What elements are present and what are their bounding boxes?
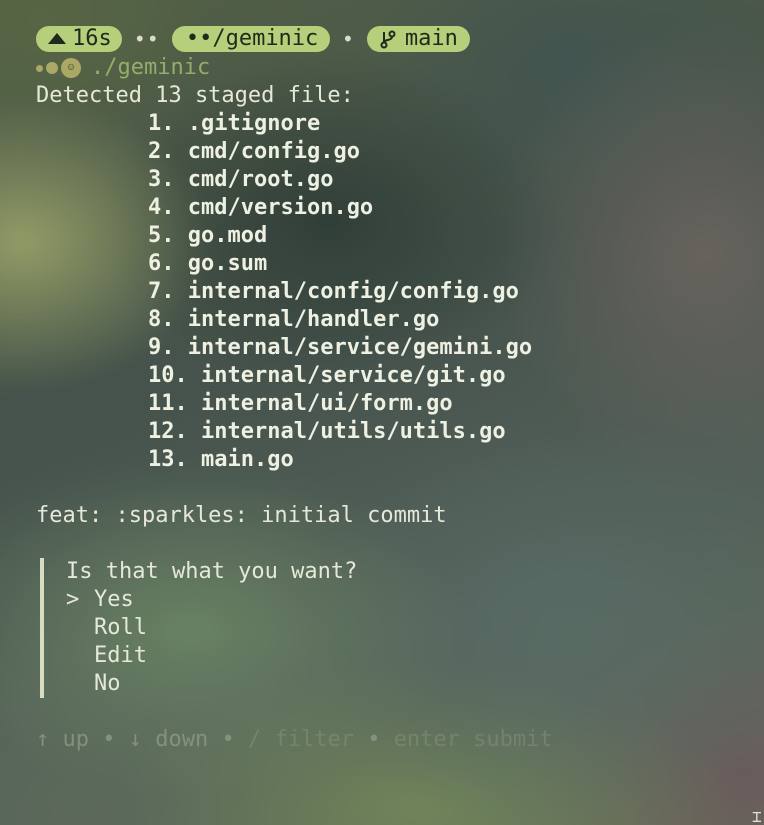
git-branch-segment: main	[366, 26, 470, 52]
shell-prompt: 16s •• ••/geminic • main	[36, 24, 764, 54]
file-name: cmd/config.go	[187, 139, 360, 164]
staged-file-item: 1. .gitignore	[148, 110, 764, 138]
option-label: Roll	[94, 615, 147, 640]
file-name: internal/service/gemini.go	[187, 335, 533, 360]
commit-message: feat: :sparkles: initial commit	[36, 503, 447, 528]
option-list: > Yes Roll Edit No	[66, 586, 764, 698]
file-name: internal/ui/form.go	[201, 391, 453, 416]
file-number: 11.	[148, 391, 188, 416]
file-number: 5.	[148, 223, 175, 248]
file-number: 4.	[148, 195, 175, 220]
staged-file-item: 4. cmd/version.go	[148, 194, 764, 222]
option-label: Edit	[94, 643, 147, 668]
file-name: .gitignore	[187, 111, 321, 136]
file-name: internal/service/git.go	[201, 363, 506, 388]
duration-text: 16s	[72, 26, 112, 51]
file-number: 2.	[148, 139, 175, 164]
staged-file-item: 6. go.sum	[148, 250, 764, 278]
file-number: 1.	[148, 111, 175, 136]
option-label: Yes	[94, 587, 134, 612]
file-number: 9.	[148, 335, 175, 360]
file-number: 7.	[148, 279, 175, 304]
help-down: ↓ down	[128, 727, 209, 752]
option-label: No	[94, 671, 121, 696]
form-question: Is that what you want?	[66, 559, 358, 584]
directory-segment: ••/geminic	[171, 26, 330, 52]
prompt-separator: ••	[133, 27, 160, 51]
file-number: 6.	[148, 251, 175, 276]
staged-file-item: 12. internal/utils/utils.go	[148, 418, 764, 446]
help-filter: / filter	[247, 727, 354, 752]
detected-files-heading: Detected 13 staged file:	[36, 83, 354, 108]
file-name: internal/handler.go	[187, 307, 440, 332]
help-separator: •	[221, 727, 235, 752]
triangle-up-icon	[48, 32, 66, 44]
prompt-separator: •	[341, 27, 355, 51]
file-number: 8.	[148, 307, 175, 332]
file-name: go.sum	[187, 251, 268, 276]
file-name: internal/utils/utils.go	[201, 419, 506, 444]
file-name: go.mod	[187, 223, 268, 248]
file-number: 10.	[148, 363, 188, 388]
confirm-form: Is that what you want? > Yes Roll Edit No	[40, 558, 764, 698]
staged-file-item: 3. cmd/root.go	[148, 166, 764, 194]
help-bar: ↑ up • ↓ down • / filter • enter submit	[36, 726, 764, 754]
help-separator: •	[367, 727, 381, 752]
staged-file-item: 11. internal/ui/form.go	[148, 390, 764, 418]
option-edit[interactable]: Edit	[66, 642, 764, 670]
git-branch-icon	[379, 29, 397, 49]
staged-file-item: 9. internal/service/gemini.go	[148, 334, 764, 362]
staged-file-item: 2. cmd/config.go	[148, 138, 764, 166]
git-branch-name: main	[404, 26, 458, 51]
option-roll[interactable]: Roll	[66, 614, 764, 642]
file-name: internal/config/config.go	[187, 279, 519, 304]
staged-file-item: 8. internal/handler.go	[148, 306, 764, 334]
help-separator: •	[102, 727, 116, 752]
file-name: main.go	[201, 447, 294, 472]
staged-file-item: 13. main.go	[148, 446, 764, 474]
dots-icon: ☺	[36, 58, 81, 78]
duration-segment: 16s	[36, 26, 122, 52]
help-up: ↑ up	[36, 727, 89, 752]
subprompt-path: ./geminic	[91, 55, 211, 80]
help-submit: enter submit	[393, 727, 553, 752]
text-cursor-icon: ⌶	[752, 807, 762, 825]
option-yes[interactable]: > Yes	[66, 586, 764, 614]
file-number: 3.	[148, 167, 175, 192]
terminal-output[interactable]: 16s •• ••/geminic • main ☺ ./geminic Det…	[36, 24, 764, 754]
option-no[interactable]: No	[66, 670, 764, 698]
staged-file-list: 1. .gitignore 2. cmd/config.go 3. cmd/root…	[36, 110, 764, 474]
file-name: cmd/root.go	[187, 167, 334, 192]
staged-file-item: 10. internal/service/git.go	[148, 362, 764, 390]
staged-file-item: 5. go.mod	[148, 222, 764, 250]
file-number: 12.	[148, 419, 188, 444]
file-name: cmd/version.go	[187, 195, 374, 220]
subprompt: ☺ ./geminic	[36, 54, 764, 82]
file-number: 13.	[148, 447, 188, 472]
selection-cursor: >	[66, 587, 80, 612]
staged-file-item: 7. internal/config/config.go	[148, 278, 764, 306]
